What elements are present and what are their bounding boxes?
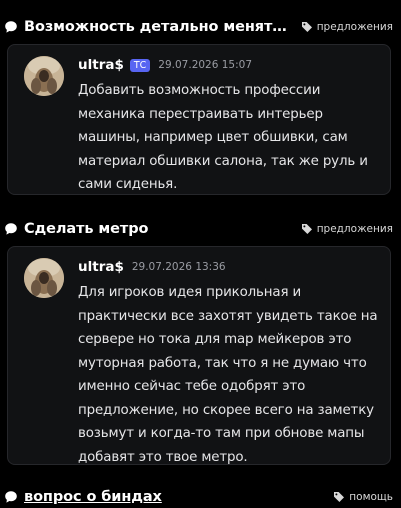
message-text: Для игроков идея прикольная и практическ…	[78, 285, 378, 465]
avatar[interactable]	[24, 258, 64, 298]
thread-title[interactable]: Сделать метро	[24, 221, 291, 237]
thread-header[interactable]: Сделать метро предложения	[4, 219, 393, 239]
avatar[interactable]	[24, 56, 64, 96]
thread-tag-label: помощь	[349, 491, 393, 503]
thread-title[interactable]: вопрос о биндах	[24, 489, 323, 505]
thread-title[interactable]: Возможность детально менять внут…	[24, 19, 291, 35]
tag-icon	[334, 492, 345, 502]
chat-bubble-icon	[4, 20, 18, 34]
tag-icon	[301, 224, 312, 234]
chat-bubble-icon	[4, 222, 18, 236]
message-card: ultra$ ТС 29.07.2026 15:07 Добавить возм…	[7, 44, 391, 195]
message-card: ultra$ 29.07.2026 13:36 Для игроков идея…	[7, 246, 391, 465]
thread-tag-label: предложения	[316, 223, 393, 235]
tag-icon	[301, 22, 312, 32]
role-badge: ТС	[129, 58, 151, 72]
author-name[interactable]: ultra$	[78, 259, 124, 275]
thread-tag[interactable]: предложения	[301, 21, 393, 33]
timestamp: 29.07.2026 13:36	[131, 261, 226, 273]
author-name[interactable]: ultra$	[78, 57, 124, 73]
thread-header[interactable]: вопрос о биндах помощь	[4, 487, 393, 507]
timestamp: 29.07.2026 15:07	[158, 59, 253, 71]
chat-bubble-icon	[4, 490, 18, 504]
thread-tag[interactable]: помощь	[333, 491, 393, 503]
thread-header[interactable]: Возможность детально менять внут… предло…	[4, 17, 393, 37]
thread-tag[interactable]: предложения	[301, 223, 393, 235]
message-text: Добавить возможность профессии механика …	[78, 83, 368, 192]
thread-tag-label: предложения	[316, 21, 393, 33]
